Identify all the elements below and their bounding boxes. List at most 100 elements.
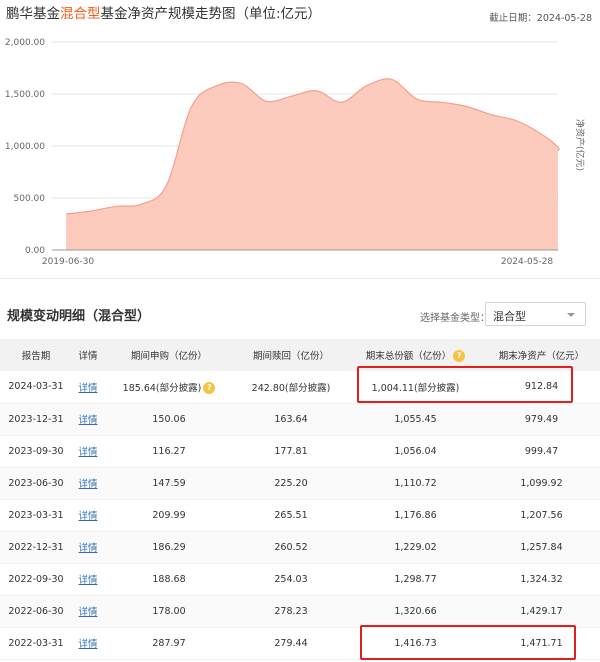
- column-header-detail: 详情: [72, 339, 104, 371]
- cell-total-shares: 1,416.73: [348, 627, 483, 660]
- table-row: 2024-03-31 详情 185.64(部分披露)? 242.80(部分披露)…: [0, 371, 600, 404]
- chart-title-fund-type: 混合型: [60, 6, 101, 22]
- x-tick-label: 2019-06-30: [42, 257, 95, 267]
- detail-link[interactable]: 详情: [78, 479, 97, 490]
- cell-subscription: 209.99: [104, 499, 234, 532]
- detail-section-title: 规模变动明细（混合型）: [7, 309, 151, 324]
- cell-subscription: 186.29: [104, 531, 234, 564]
- table-row: 2023-09-30 详情 116.27 177.81 1,056.04 999…: [0, 435, 600, 468]
- cell-subscription: 178.00: [104, 595, 234, 628]
- table-row: 2023-06-30 详情 147.59 225.20 1,110.72 1,0…: [0, 467, 600, 500]
- cell-report-date: 2022-09-30: [0, 563, 72, 596]
- cell-net-assets: 912.84: [483, 371, 600, 404]
- cell-net-assets: 1,257.84: [483, 531, 600, 564]
- cell-report-date: 2023-12-31: [0, 403, 72, 436]
- area-fill-series: [66, 78, 560, 250]
- fund-type-select-value: 混合型: [493, 310, 526, 323]
- detail-link[interactable]: 详情: [78, 415, 97, 426]
- detail-link[interactable]: 详情: [78, 639, 97, 650]
- help-icon[interactable]: ?: [453, 350, 466, 362]
- detail-link[interactable]: 详情: [78, 447, 97, 458]
- cell-redemption: 242.80(部分披露): [234, 371, 348, 404]
- cell-detail: 详情: [72, 435, 104, 468]
- column-header-subscription: 期间申购（亿份）: [104, 339, 234, 371]
- table-row: 2022-12-31 详情 186.29 260.52 1,229.02 1,2…: [0, 531, 600, 564]
- scale-change-table: 报告期 详情 期间申购（亿份） 期间赎回（亿份） 期末总份额（亿份）? 期末净资…: [0, 339, 600, 660]
- column-header-net-assets: 期末净资产（亿元）: [483, 339, 600, 371]
- cell-subscription: 188.68: [104, 563, 234, 596]
- chevron-down-icon: [567, 313, 575, 317]
- cell-redemption: 254.03: [234, 563, 348, 596]
- detail-link[interactable]: 详情: [78, 575, 97, 586]
- cell-subscription: 287.97: [104, 627, 234, 660]
- cell-net-assets: 1,324.32: [483, 563, 600, 596]
- cell-redemption: 260.52: [234, 531, 348, 564]
- cell-report-date: 2023-09-30: [0, 435, 72, 468]
- detail-link[interactable]: 详情: [78, 511, 97, 522]
- cell-redemption: 279.44: [234, 627, 348, 660]
- cell-redemption: 177.81: [234, 435, 348, 468]
- fund-type-filter-label: 选择基金类型：: [420, 313, 490, 324]
- cell-total-shares: 1,229.02: [348, 531, 483, 564]
- cell-detail: 详情: [72, 627, 104, 660]
- cell-detail: 详情: [72, 371, 104, 404]
- cell-report-date: 2023-06-30: [0, 467, 72, 500]
- column-header-redemption: 期间赎回（亿份）: [234, 339, 348, 371]
- chart-title-prefix: 鹏华基金: [6, 6, 60, 22]
- cell-total-shares: 1,320.66: [348, 595, 483, 628]
- x-tick-label: 2024-05-28: [501, 257, 554, 267]
- table-row: 2022-09-30 详情 188.68 254.03 1,298.77 1,3…: [0, 563, 600, 596]
- y-tick-label: 500.00: [14, 194, 46, 204]
- detail-link[interactable]: 详情: [78, 607, 97, 618]
- cell-total-shares: 1,004.11(部分披露): [348, 371, 483, 404]
- help-icon[interactable]: ?: [203, 381, 216, 394]
- cutoff-date: 截止日期：2024-05-28: [489, 13, 592, 24]
- cell-report-date: 2024-03-31: [0, 371, 72, 404]
- aum-trend-chart-panel: 2,000.00 1,500.00 1,000.00 500.00 0.00 2019-0…: [0, 0, 600, 272]
- cell-net-assets: 1,429.17: [483, 595, 600, 628]
- cell-report-date: 2023-03-31: [0, 499, 72, 532]
- cell-detail: 详情: [72, 531, 104, 564]
- cell-subscription: 150.06: [104, 403, 234, 436]
- y-tick-label: 0.00: [25, 246, 45, 256]
- detail-link[interactable]: 详情: [78, 383, 97, 394]
- cell-total-shares: 1,176.86: [348, 499, 483, 532]
- cell-detail: 详情: [72, 563, 104, 596]
- cell-net-assets: 1,099.92: [483, 467, 600, 500]
- detail-link[interactable]: 详情: [78, 543, 97, 554]
- cell-detail: 详情: [72, 467, 104, 500]
- chart-title: 鹏华基金混合型基金净资产规模走势图（单位:亿元）: [6, 2, 321, 22]
- cell-total-shares: 1,110.72: [348, 467, 483, 500]
- y-tick-label: 1,500.00: [5, 90, 45, 100]
- column-header-total-shares-label: 期末总份额（亿份）: [365, 351, 452, 362]
- cell-subscription: 116.27: [104, 435, 234, 468]
- cell-redemption: 278.23: [234, 595, 348, 628]
- y-tick-label: 1,000.00: [5, 142, 45, 152]
- cell-redemption: 265.51: [234, 499, 348, 532]
- aum-trend-chart: 2,000.00 1,500.00 1,000.00 500.00 0.002019-0…: [5, 38, 586, 267]
- fund-type-select[interactable]: 混合型: [485, 302, 586, 326]
- cell-report-date: 2022-03-31: [0, 627, 72, 660]
- cell-detail: 详情: [72, 403, 104, 436]
- cell-subscription-value: 185.64(部分披露): [122, 382, 202, 394]
- table-header-row: 报告期 详情 期间申购（亿份） 期间赎回（亿份） 期末总份额（亿份）? 期末净资…: [0, 339, 600, 371]
- column-header-report-date: 报告期: [0, 339, 72, 371]
- cell-report-date: 2022-12-31: [0, 531, 72, 564]
- cell-total-shares: 1,298.77: [348, 563, 483, 596]
- cell-detail: 详情: [72, 595, 104, 628]
- y-axis-title: 净资产(亿元): [574, 119, 586, 171]
- cell-net-assets: 999.47: [483, 435, 600, 468]
- cell-detail: 详情: [72, 499, 104, 532]
- cell-net-assets: 1,471.71: [483, 627, 600, 660]
- cell-subscription: 147.59: [104, 467, 234, 500]
- cell-net-assets: 979.49: [483, 403, 600, 436]
- cell-report-date: 2022-06-30: [0, 595, 72, 628]
- cell-total-shares: 1,055.45: [348, 403, 483, 436]
- chart-title-suffix: 基金净资产规模走势图（单位:亿元）: [100, 6, 322, 22]
- cell-redemption: 163.64: [234, 403, 348, 436]
- table-row: 2022-06-30 详情 178.00 278.23 1,320.66 1,4…: [0, 595, 600, 628]
- cell-total-shares: 1,056.04: [348, 435, 483, 468]
- cell-net-assets: 1,207.56: [483, 499, 600, 532]
- table-row: 2022-03-31 详情 287.97 279.44 1,416.73 1,4…: [0, 627, 600, 660]
- section-divider: [0, 278, 600, 279]
